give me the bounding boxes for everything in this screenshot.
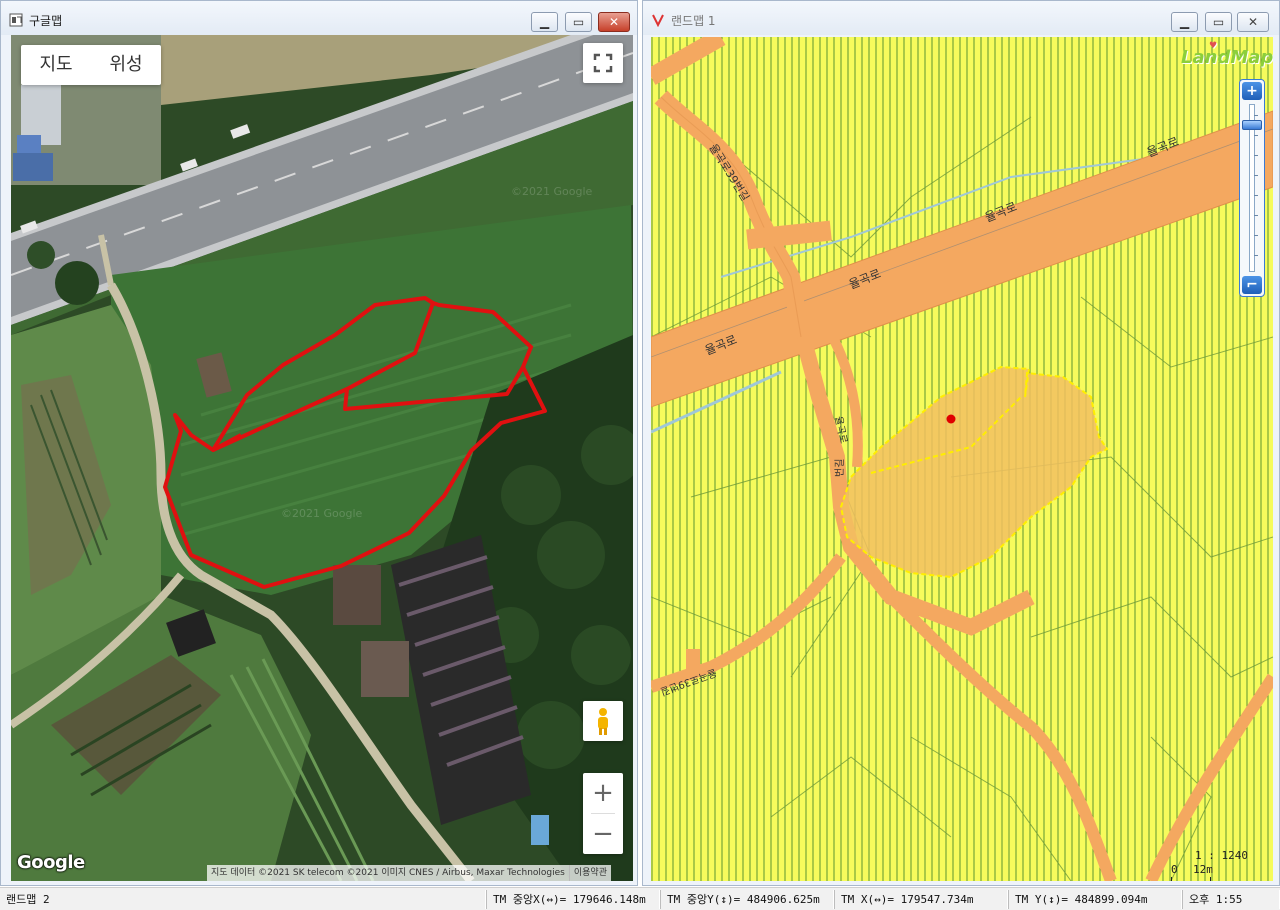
map-type-control: 지도 위성 bbox=[21, 45, 161, 85]
attribution-text: 지도 데이터 ©2021 SK telecom ©2021 이미지 CNES /… bbox=[211, 868, 565, 878]
street-view-button[interactable] bbox=[583, 701, 623, 741]
title-bar[interactable]: 랜드맵 1 ▁ ▭ ✕ bbox=[643, 1, 1279, 35]
zoom-control: + − bbox=[583, 773, 623, 854]
maximize-icon: ▭ bbox=[572, 15, 585, 29]
window-title: 랜드맵 1 bbox=[671, 14, 716, 28]
pegman-icon bbox=[598, 708, 608, 735]
landmap-window: 랜드맵 1 ▁ ▭ ✕ 율곡로 율곡로 율곡로 율곡로 율곡로39번길 율곡로 … bbox=[642, 0, 1280, 886]
maximize-button[interactable]: ▭ bbox=[565, 12, 592, 32]
scale-ratio: 1 : 1240 bbox=[1195, 849, 1248, 862]
zoom-slider[interactable]: + ⌐ bbox=[1239, 79, 1265, 297]
zoom-in-button[interactable]: + bbox=[583, 773, 623, 813]
cadastral-map[interactable]: 율곡로 율곡로 율곡로 율곡로 율곡로39번길 율곡로 번길 율곡로39번길 L… bbox=[651, 37, 1273, 881]
zoom-thumb[interactable] bbox=[1242, 120, 1262, 130]
status-tm-y: TM Y(↕)= 484899.094m bbox=[1008, 890, 1182, 909]
location-marker bbox=[946, 414, 956, 424]
status-bar: 랜드맵 2 TM 중앙X(↔)= 179646.148m TM 중앙Y(↕)= … bbox=[0, 887, 1280, 910]
satellite-imagery bbox=[11, 35, 633, 881]
zoom-out-button[interactable]: − bbox=[583, 814, 623, 854]
window-title: 구글맵 bbox=[29, 14, 63, 28]
google-watermark: ©2021 Google bbox=[511, 185, 593, 198]
zoom-tick bbox=[1254, 135, 1258, 136]
status-app: 랜드맵 2 bbox=[0, 890, 486, 909]
zoom-out-button[interactable]: ⌐ bbox=[1242, 276, 1262, 294]
logo-text: LandMap bbox=[1181, 47, 1273, 68]
terms-link[interactable]: 이용약관 bbox=[568, 865, 611, 881]
maximize-icon: ▭ bbox=[1212, 15, 1225, 29]
status-tm-center-x: TM 중앙X(↔)= 179646.148m bbox=[486, 890, 660, 909]
map-type-map-button[interactable]: 지도 bbox=[21, 45, 91, 85]
minimize-button[interactable]: ▁ bbox=[1171, 12, 1198, 32]
fullscreen-icon bbox=[593, 53, 613, 73]
minimize-icon: ▁ bbox=[1179, 15, 1190, 29]
google-map-window: 구글맵 ▁ ▭ ✕ ©2021 Google ©2021 Google 지도 위… bbox=[0, 0, 638, 886]
zoom-tick bbox=[1254, 215, 1258, 216]
satellite-map[interactable]: ©2021 Google ©2021 Google 지도 위성 + − Goog… bbox=[11, 35, 633, 881]
zoom-in-button[interactable]: + bbox=[1242, 82, 1262, 100]
zoom-tick bbox=[1254, 195, 1258, 196]
close-button[interactable]: ✕ bbox=[598, 12, 630, 32]
road-label-side-3: 번길 bbox=[833, 459, 846, 477]
close-icon: ✕ bbox=[1247, 15, 1259, 29]
minimize-icon: ▁ bbox=[539, 15, 550, 29]
google-logo: Google bbox=[17, 852, 85, 873]
zoom-tick bbox=[1254, 235, 1258, 236]
status-time: 오후 1:55 bbox=[1182, 890, 1280, 909]
scale-bar bbox=[1171, 877, 1211, 881]
google-watermark: ©2021 Google bbox=[281, 507, 363, 520]
close-button[interactable]: ✕ bbox=[1237, 12, 1269, 32]
close-icon: ✕ bbox=[608, 15, 620, 29]
status-tm-x: TM X(↔)= 179547.734m bbox=[834, 890, 1008, 909]
title-bar[interactable]: 구글맵 ▁ ▭ ✕ bbox=[1, 1, 637, 35]
zoom-tick bbox=[1254, 255, 1258, 256]
map-attribution: 지도 데이터 ©2021 SK telecom ©2021 이미지 CNES /… bbox=[207, 865, 611, 881]
minimize-button[interactable]: ▁ bbox=[531, 12, 558, 32]
heart-icon: ♥ bbox=[1209, 41, 1218, 51]
landmap-logo: LandMap ♥ bbox=[1181, 41, 1273, 68]
scale-distance: 12m bbox=[1193, 863, 1213, 876]
landmap-app-icon bbox=[652, 14, 664, 27]
zoom-tick bbox=[1254, 155, 1258, 156]
zoom-tick bbox=[1254, 175, 1258, 176]
zoom-tick bbox=[1254, 115, 1258, 116]
map-window-icon bbox=[9, 13, 23, 27]
fullscreen-button[interactable] bbox=[583, 43, 623, 83]
map-type-satellite-button[interactable]: 위성 bbox=[91, 45, 161, 85]
maximize-button[interactable]: ▭ bbox=[1205, 12, 1232, 32]
scale-zero: 0 bbox=[1171, 863, 1178, 876]
cadastral-vector-map: 율곡로 율곡로 율곡로 율곡로 율곡로39번길 율곡로 번길 율곡로39번길 bbox=[651, 37, 1273, 881]
status-tm-center-y: TM 중앙Y(↕)= 484906.625m bbox=[660, 890, 834, 909]
